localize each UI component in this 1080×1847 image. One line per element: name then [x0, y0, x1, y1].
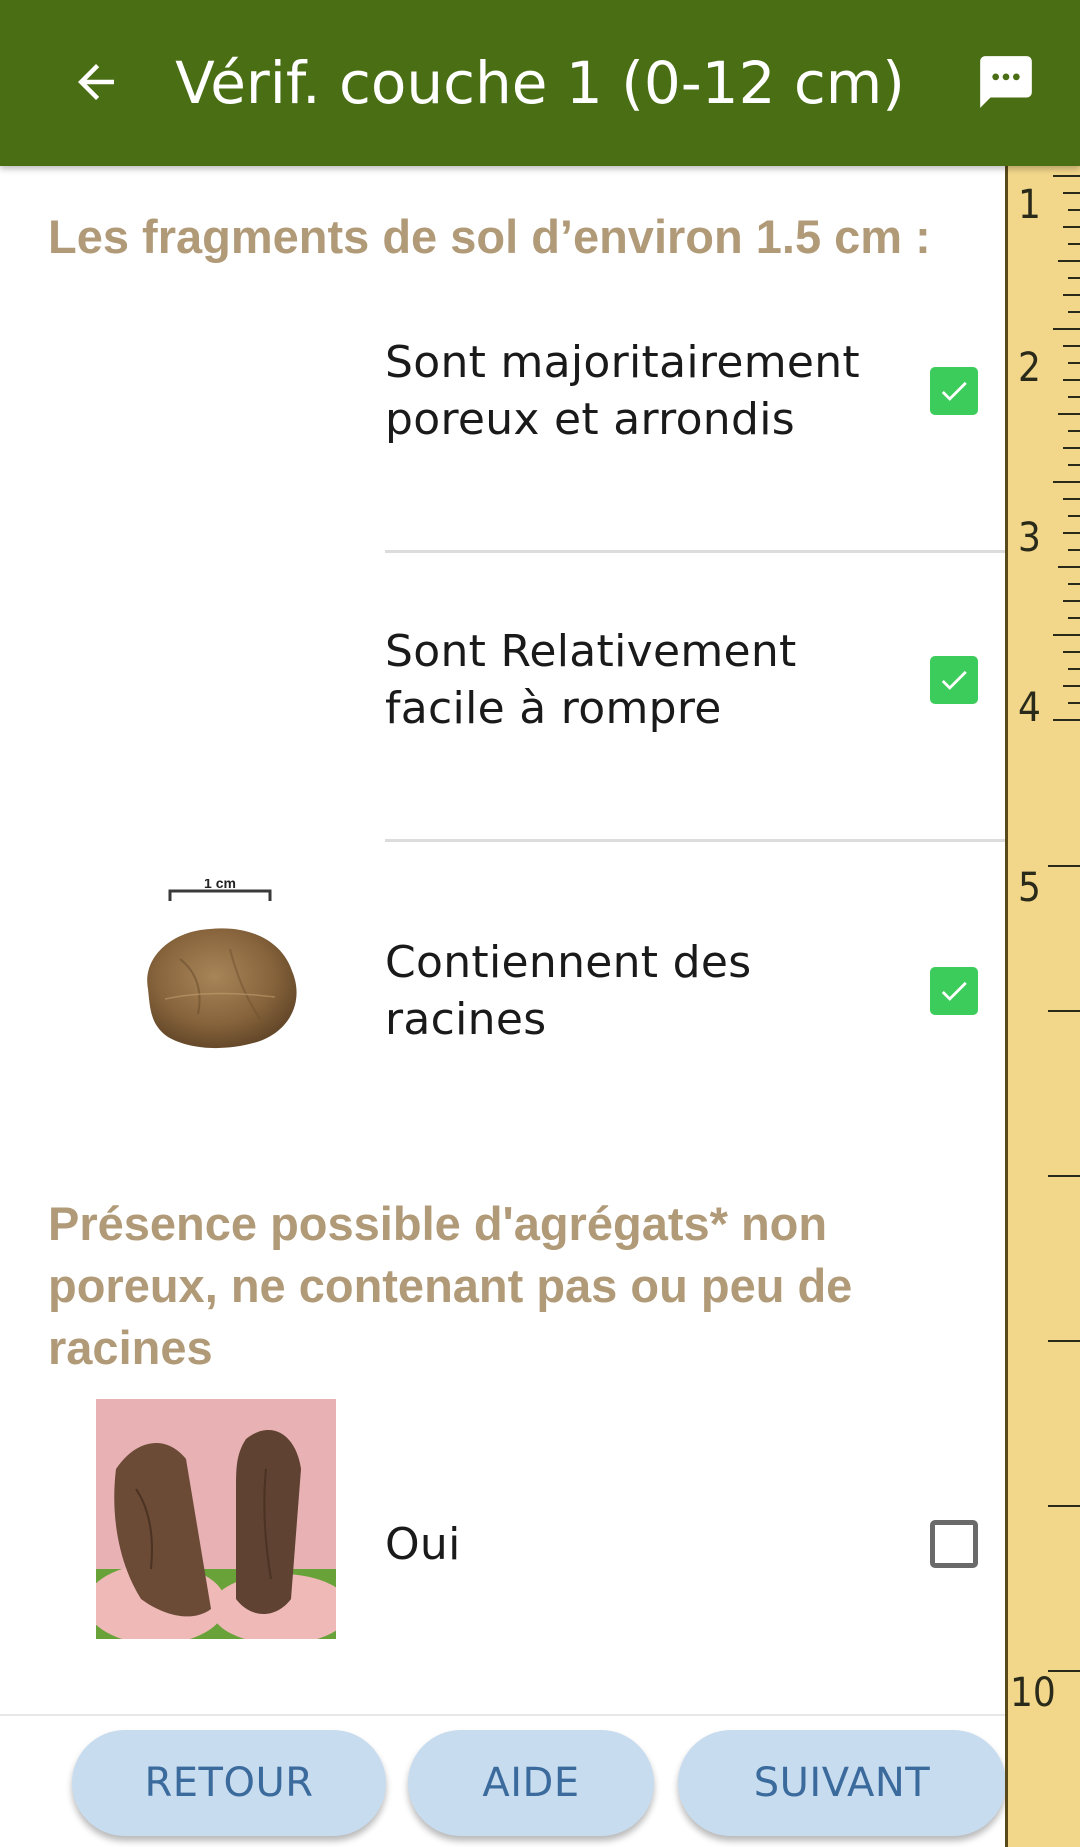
- ruler-label: 5: [1018, 865, 1041, 911]
- option-row-racines[interactable]: Contiennent des racines: [385, 936, 1005, 1046]
- ruler-label: 10: [1010, 1670, 1056, 1716]
- divider: [385, 550, 1005, 553]
- section-title-fragments: Les fragments de sol d’environ 1.5 cm :: [48, 210, 931, 263]
- aggregates-photo: [96, 1399, 336, 1639]
- ruler-label: 1: [1018, 182, 1041, 228]
- divider: [385, 839, 1005, 842]
- option-label-poreux: Sont majoritairement poreux et arrondis: [385, 337, 860, 445]
- option-label-racines: Contiennent des racines: [385, 937, 752, 1045]
- section-title-agregats: Présence possible d'agrégats* non poreux…: [48, 1197, 853, 1374]
- check-icon: [941, 981, 967, 1001]
- option-row-poreux[interactable]: Sont majoritairement poreux et arrondis: [385, 336, 1005, 446]
- suivant-button[interactable]: SUIVANT: [678, 1730, 1006, 1836]
- bottom-bar: RETOUR AIDE SUIVANT: [0, 1714, 1006, 1847]
- ruler-label: 3: [1018, 515, 1041, 561]
- scale-label: 1 cm: [204, 879, 236, 891]
- check-icon: [941, 670, 967, 690]
- back-arrow-icon[interactable]: [58, 44, 134, 120]
- checkbox-oui[interactable]: [930, 1520, 978, 1568]
- option-row-facile[interactable]: Sont Relativement facile à rompre: [385, 625, 1005, 735]
- check-icon: [941, 381, 967, 401]
- checkbox-facile[interactable]: [930, 656, 978, 704]
- app-bar: Vérif. couche 1 (0-12 cm): [0, 0, 1080, 166]
- content-scroll-area[interactable]: Les fragments de sol d’environ 1.5 cm : …: [0, 166, 1005, 1714]
- option-label-facile: Sont Relativement facile à rompre: [385, 626, 797, 734]
- checkbox-poreux[interactable]: [930, 367, 978, 415]
- aide-button[interactable]: AIDE: [408, 1730, 654, 1836]
- soil-fragment-image: 1 cm: [110, 875, 320, 1079]
- page-title: Vérif. couche 1 (0-12 cm): [175, 49, 905, 117]
- option-row-oui[interactable]: Oui: [385, 1489, 1005, 1599]
- ruler-label: 4: [1018, 685, 1041, 731]
- retour-button[interactable]: RETOUR: [72, 1730, 386, 1836]
- checkbox-racines[interactable]: [930, 967, 978, 1015]
- measurement-ruler: 1 2 3 4 5 10: [1005, 166, 1080, 1847]
- option-label-oui: Oui: [385, 1518, 461, 1570]
- ruler-label: 2: [1018, 345, 1041, 391]
- message-icon[interactable]: [968, 44, 1044, 120]
